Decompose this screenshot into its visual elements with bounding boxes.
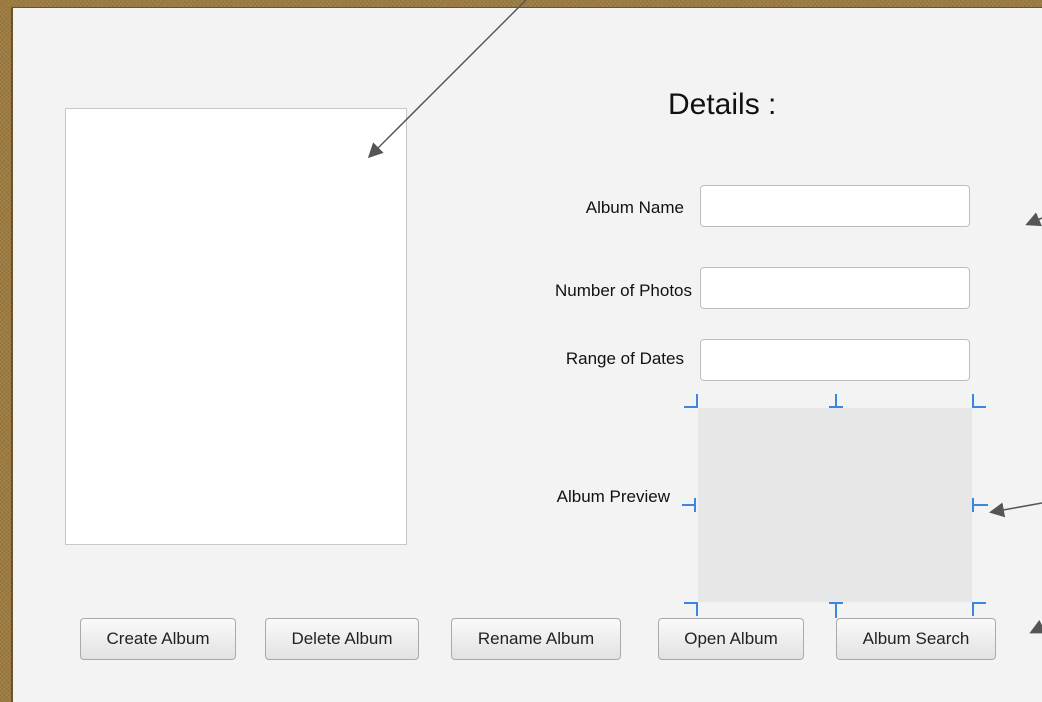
- number-of-photos-field[interactable]: [700, 267, 970, 309]
- resize-handle-middle-left[interactable]: [682, 498, 696, 512]
- resize-handle-top-right[interactable]: [972, 394, 986, 408]
- create-album-button[interactable]: Create Album: [80, 618, 236, 660]
- open-album-button[interactable]: Open Album: [658, 618, 804, 660]
- delete-album-button[interactable]: Delete Album: [265, 618, 419, 660]
- album-preview-label: Album Preview: [556, 487, 670, 506]
- number-of-photos-label: Number of Photos: [554, 281, 692, 300]
- album-name-field[interactable]: [700, 185, 970, 227]
- resize-handle-bottom-center[interactable]: [829, 602, 843, 618]
- resize-handle-bottom-right[interactable]: [972, 602, 986, 616]
- range-of-dates-field[interactable]: [700, 339, 970, 381]
- resize-handle-bottom-left[interactable]: [684, 602, 698, 616]
- album-preview-image[interactable]: [698, 408, 972, 602]
- range-of-dates-label: Range of Dates: [565, 349, 684, 368]
- resize-handle-top-left[interactable]: [684, 394, 698, 408]
- resize-handle-middle-right[interactable]: [972, 498, 988, 512]
- resize-handle-top-center[interactable]: [829, 394, 843, 408]
- details-title: Details :: [668, 88, 777, 121]
- rename-album-button[interactable]: Rename Album: [451, 618, 621, 660]
- album-search-button[interactable]: Album Search: [836, 618, 996, 660]
- album-name-label: Album Name: [585, 198, 684, 217]
- album-list-view[interactable]: [65, 108, 407, 545]
